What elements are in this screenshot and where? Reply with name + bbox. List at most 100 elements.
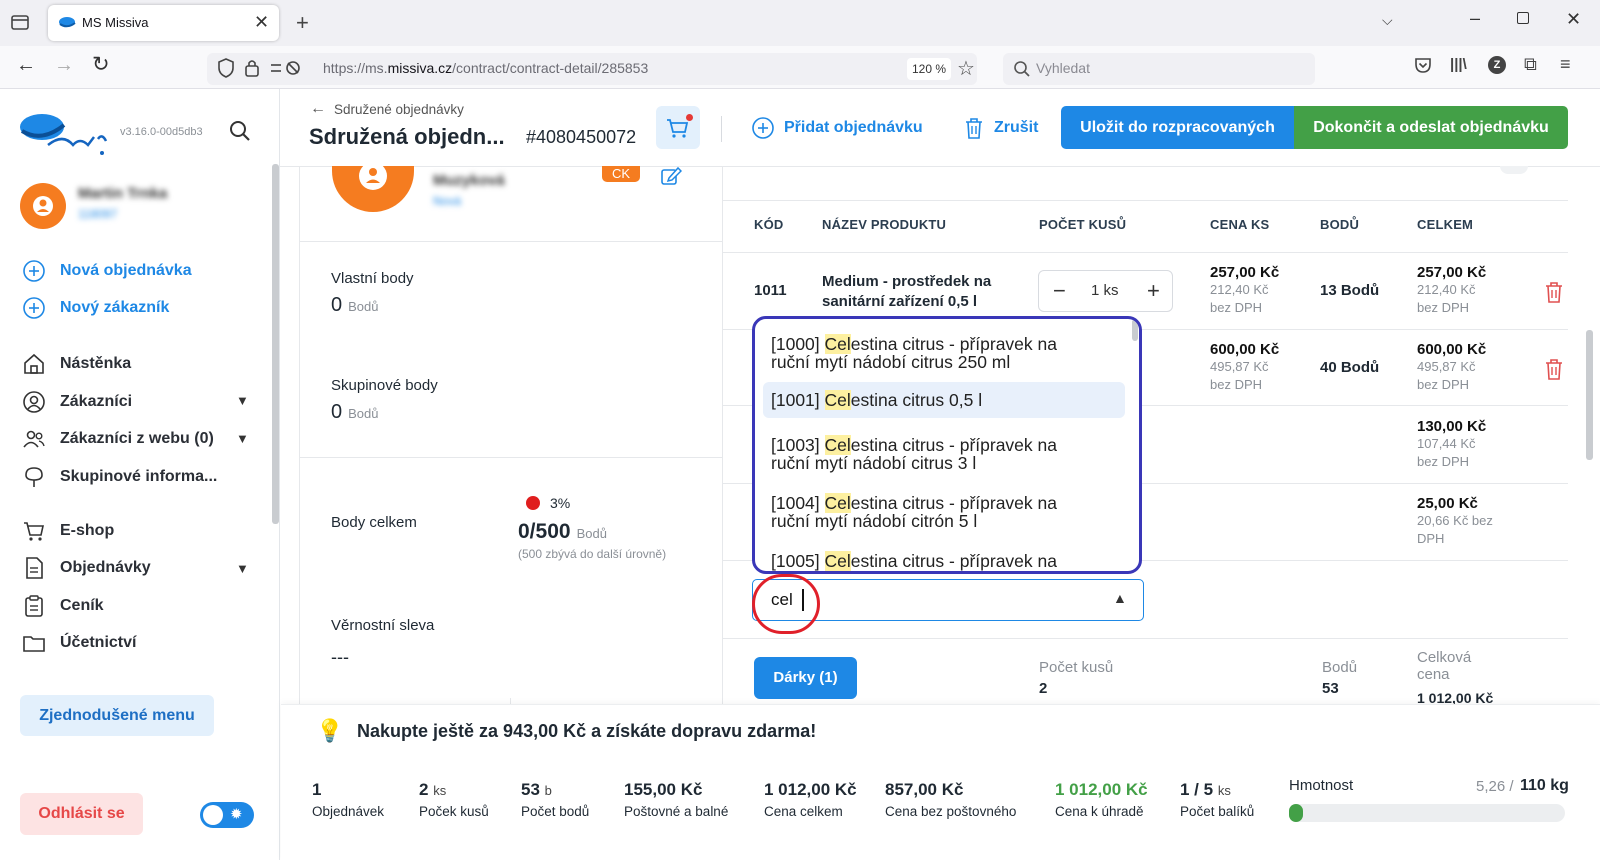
chevron-down-icon[interactable]: ▼ [236, 561, 249, 576]
sidebar-item-eshop[interactable]: E-shop [22, 517, 114, 545]
chevron-down-icon[interactable]: ▼ [236, 431, 249, 446]
col-header-qty: POČET KUSŮ [1039, 217, 1127, 232]
chevron-down-icon[interactable]: ▼ [236, 393, 249, 408]
dropdown-toggle-up-icon[interactable]: ▲ [1113, 590, 1127, 606]
total-value: 600,00 Kč [1417, 341, 1487, 358]
edit-icon[interactable] [660, 166, 682, 186]
lightbulb-icon: 💡 [316, 718, 344, 743]
minimize-icon[interactable]: – [1470, 8, 1480, 29]
cart-button[interactable] [656, 106, 700, 149]
col-header-points: BODŮ [1320, 217, 1360, 232]
row-total: 25,00 Kč 20,66 Kč bez DPH [1417, 495, 1493, 548]
library-icon[interactable]: |||\ [1450, 56, 1467, 73]
tab-list-icon[interactable] [10, 12, 32, 34]
stat-value: 1 [312, 780, 322, 799]
sidebar-item-customers[interactable]: Zákazníci [22, 388, 132, 416]
delete-row-trash-icon[interactable] [1543, 280, 1565, 304]
finish-order-button[interactable]: Dokončit a odeslat objednávku [1294, 106, 1568, 149]
clipboard-icon [22, 594, 46, 618]
sidebar-item-dashboard[interactable]: Nástěnka [22, 350, 131, 378]
window-close-icon[interactable]: ✕ [1566, 9, 1581, 30]
back-icon[interactable]: ← [16, 54, 36, 77]
url-bar[interactable]: https://ms.missiva.cz/contract/contract-… [207, 53, 977, 85]
breadcrumb[interactable]: ← Sdružené objednávky [310, 100, 464, 118]
browser-tab[interactable]: MS Missiva ✕ [48, 5, 279, 41]
sidebar-scrollbar[interactable] [272, 164, 279, 524]
points-unit: Bodů [576, 526, 607, 541]
permissions-icon[interactable] [269, 59, 303, 77]
new-customer-label: Nový zákazník [60, 299, 170, 316]
dropdown-option[interactable]: [1000] Celestina citrus - přípravek na ru… [763, 331, 1125, 375]
lock-icon[interactable] [244, 58, 260, 78]
extension-z-icon[interactable]: Z [1488, 56, 1506, 74]
logout-button[interactable]: Odhlásit se [20, 793, 143, 835]
dropdown-option[interactable]: [1004] Celestina citrus - přípravek na ru… [763, 490, 1125, 534]
row-total: 600,00 Kč 495,87 Kč bez DPH [1417, 341, 1486, 394]
user-avatar[interactable] [20, 183, 66, 229]
customer-subtitle: Nová [433, 194, 462, 208]
dropdown-scrollbar[interactable] [1132, 319, 1138, 341]
tab-close-icon[interactable]: ✕ [254, 12, 269, 33]
tab-overflow-chevron-icon[interactable]: ⌵ [1382, 12, 1393, 29]
gifts-button[interactable]: Dárky (1) [754, 657, 857, 699]
decrement-button[interactable]: − [1053, 278, 1066, 304]
summary-points-value: 53 [1322, 680, 1339, 697]
delete-row-trash-icon[interactable] [1543, 357, 1565, 381]
table-top-border [722, 200, 1568, 201]
app-version: v3.16.0-00d5db3 [120, 126, 203, 138]
sidebar-item-web-customers[interactable]: Zákazníci z webu (0) [22, 425, 214, 453]
cancel-label: Zrušit [994, 119, 1039, 136]
customer-avatar[interactable] [332, 166, 414, 212]
new-customer-link[interactable]: Nový zákazník [22, 296, 169, 320]
shield-icon[interactable] [217, 58, 235, 78]
quantity-value[interactable]: 1 ks [1091, 282, 1119, 299]
new-order-link[interactable]: Nová objednávka [22, 259, 192, 283]
search-magnifier-icon [1013, 60, 1031, 78]
dropdown-option[interactable]: [1003] Celestina citrus - přípravek na ru… [763, 432, 1125, 476]
bookmark-star-icon[interactable]: ☆ [957, 56, 975, 81]
dropdown-option[interactable]: [1005] Celestina citrus - přípravek na [763, 548, 1125, 571]
stat-value: 2 ks [419, 780, 447, 799]
simplified-menu-button[interactable]: Zjednodušené menu [20, 695, 214, 736]
restore-icon[interactable] [1517, 12, 1529, 24]
stat-value: 1 / 5 ks [1180, 780, 1231, 799]
sidebar-item-group-info[interactable]: Skupinové informa... [22, 463, 217, 491]
weight-current: 5,26 / [1476, 778, 1514, 795]
row-divider [722, 638, 1568, 639]
theme-toggle[interactable]: ✹ [200, 802, 254, 828]
price-net: 495,87 Kč [1210, 359, 1269, 374]
page-title: Sdružená objedn... [309, 124, 505, 149]
sidebar-search-icon[interactable] [228, 119, 252, 143]
new-tab-icon[interactable]: + [296, 10, 309, 36]
sidebar-item-pricelist[interactable]: Ceník [22, 592, 104, 620]
sidebar-item-orders[interactable]: Objednávky [22, 554, 151, 582]
total-value: 257,00 Kč [1417, 264, 1487, 281]
net-label: DPH [1417, 531, 1445, 546]
product-name: Medium - prostředek na sanitární zařízení… [822, 273, 992, 310]
option-text: ruční mytí nádobí citrón 5 l [771, 511, 978, 531]
option-text: estina citrus - přípravek na [850, 334, 1057, 354]
missiva-favicon-icon [58, 15, 76, 31]
browser-menu-icon[interactable]: ≡ [1560, 54, 1571, 75]
option-match-highlight: Cel [824, 390, 851, 410]
extensions-puzzle-icon[interactable]: ⧉ [1524, 54, 1537, 75]
dropdown-option-active[interactable]: [1001] Celestina citrus 0,5 l [763, 382, 1125, 418]
increment-button[interactable]: + [1147, 278, 1160, 304]
reload-icon[interactable]: ↻ [92, 52, 110, 77]
forward-icon[interactable]: → [54, 54, 74, 77]
save-draft-button[interactable]: Uložit do rozpracovaných [1061, 106, 1294, 149]
level-status-dot [526, 496, 540, 510]
main-scrollbar[interactable] [1586, 330, 1593, 460]
scroll-top-button[interactable] [1500, 166, 1528, 174]
zoom-level-badge[interactable]: 120 % [907, 58, 951, 80]
free-shipping-message: Nakupte ještě za 943,00 Kč a získáte dop… [357, 721, 817, 741]
browser-search-bar[interactable]: Vyhledat [1003, 53, 1315, 85]
price-value: 600,00 Kč [1210, 341, 1280, 358]
pocket-icon[interactable] [1414, 56, 1432, 74]
add-order-button[interactable]: Přidat objednávku [751, 116, 923, 140]
cancel-button[interactable]: Zrušit [963, 116, 1038, 140]
browser-nav-bar: ← → ↻ https://ms.missiva.cz/contract/con… [0, 46, 1600, 89]
sidebar-item-accounting[interactable]: Účetnictví [22, 629, 136, 657]
user-code: 118097 [78, 207, 118, 221]
missiva-logo[interactable] [18, 109, 108, 157]
